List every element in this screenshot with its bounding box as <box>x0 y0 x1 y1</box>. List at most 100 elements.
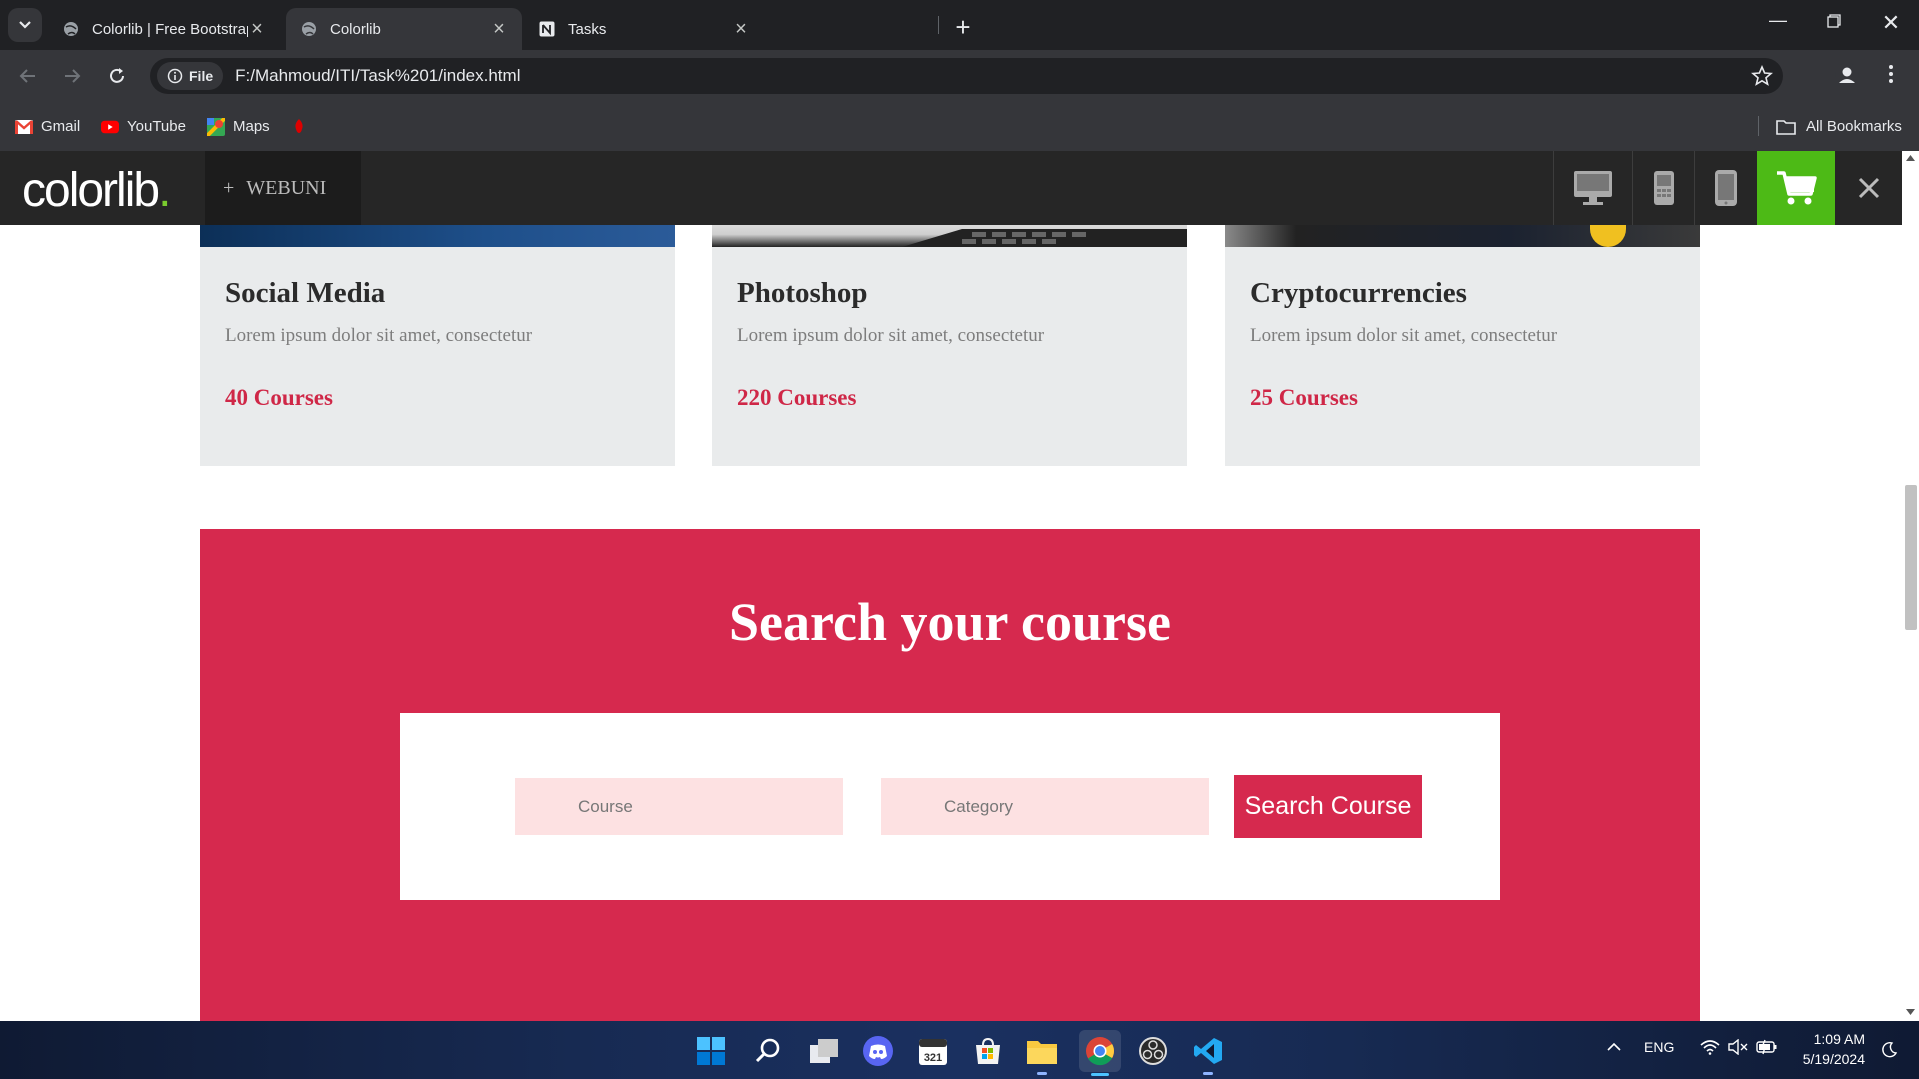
desktop-view-button[interactable] <box>1553 151 1632 225</box>
scroll-thumb[interactable] <box>1905 485 1917 630</box>
card-title: Photoshop <box>737 277 868 309</box>
globe-icon <box>300 20 318 38</box>
red-flame-icon <box>292 118 310 134</box>
tab-divider <box>938 16 939 34</box>
back-button[interactable] <box>14 62 42 90</box>
bookmark-label: Gmail <box>41 118 81 135</box>
tab-colorlib-free-bootstrap[interactable]: Colorlib | Free Bootstrap Websit × <box>48 8 280 50</box>
address-bar[interactable]: File F:/Mahmoud/ITI/Task%201/index.html <box>150 58 1783 94</box>
browser-toolbar: File F:/Mahmoud/ITI/Task%201/index.html <box>0 50 1919 102</box>
search-form: Search Course <box>400 713 1500 900</box>
chevron-up-icon[interactable] <box>1606 1042 1622 1052</box>
bookmark-maps[interactable]: Maps <box>207 117 270 136</box>
bookmark-label: Maps <box>233 118 270 135</box>
chrome-icon[interactable] <box>1079 1030 1121 1076</box>
tablet-icon <box>1653 171 1674 205</box>
bookmarks-divider <box>1758 116 1759 136</box>
card-title: Cryptocurrencies <box>1250 277 1467 309</box>
category-input[interactable] <box>881 778 1209 835</box>
folder-icon <box>1776 119 1796 135</box>
card-course-count[interactable]: 25 Courses <box>1250 385 1358 411</box>
bookmark-extension[interactable] <box>292 118 318 134</box>
bookmark-youtube[interactable]: YouTube <box>101 118 186 135</box>
vscode-icon[interactable] <box>1189 1032 1227 1075</box>
card-text: Lorem ipsum dolor sit amet, consectetur <box>225 325 533 346</box>
search-section-title: Search your course <box>729 592 1171 652</box>
card-title: Social Media <box>225 277 386 309</box>
notification-moon-icon[interactable] <box>1880 1041 1898 1059</box>
language-indicator[interactable]: ENG <box>1644 1039 1674 1055</box>
scheme-label: File <box>189 68 214 84</box>
search-icon[interactable] <box>749 1032 787 1070</box>
all-bookmarks-button[interactable]: All Bookmarks <box>1776 118 1902 135</box>
volume-muted-icon[interactable] <box>1728 1039 1748 1055</box>
theme-name-button[interactable]: + WEBUNI <box>205 151 361 225</box>
shopping-cart-icon <box>1777 171 1817 205</box>
tab-tasks[interactable]: Tasks × <box>524 8 764 50</box>
course-card-cryptocurrencies[interactable]: Cryptocurrencies Lorem ipsum dolor sit a… <box>1225 205 1700 466</box>
minimize-icon[interactable]: — <box>1758 10 1798 31</box>
running-indicator <box>1037 1072 1047 1075</box>
microsoft-store-icon[interactable] <box>969 1032 1007 1070</box>
arrow-left-icon <box>19 69 35 83</box>
close-tab-icon[interactable]: × <box>248 18 266 41</box>
logo-dot: . <box>158 164 171 217</box>
plus-icon: + <box>223 176 235 199</box>
maps-icon <box>207 117 225 136</box>
desktop-icon <box>1574 171 1612 205</box>
forward-button[interactable] <box>58 62 86 90</box>
close-tab-icon[interactable]: × <box>732 18 750 41</box>
battery-charging-icon[interactable] <box>1756 1039 1778 1055</box>
restore-icon[interactable] <box>1814 10 1854 33</box>
info-icon <box>167 68 183 84</box>
bookmark-label: YouTube <box>127 118 186 135</box>
course-card-photoshop[interactable]: Photoshop Lorem ipsum dolor sit amet, co… <box>712 205 1187 466</box>
youtube-icon <box>101 119 119 135</box>
close-tab-icon[interactable]: × <box>490 18 508 41</box>
active-indicator <box>1091 1073 1109 1076</box>
new-tab-button[interactable]: + <box>950 12 976 43</box>
tab-search-button[interactable] <box>8 8 42 42</box>
profile-icon[interactable] <box>1834 62 1860 93</box>
cart-button[interactable] <box>1757 151 1835 225</box>
scroll-down-icon[interactable] <box>1906 1009 1915 1015</box>
bookmark-gmail[interactable]: Gmail <box>15 118 80 135</box>
wifi-icon[interactable] <box>1700 1039 1720 1055</box>
discord-icon[interactable] <box>859 1032 897 1070</box>
reload-button[interactable] <box>103 62 131 90</box>
mobile-icon <box>1715 170 1737 206</box>
more-menu-icon[interactable] <box>1888 64 1894 89</box>
page-scrollbar[interactable] <box>1902 151 1919 1021</box>
window-close-icon[interactable]: ✕ <box>1871 10 1911 36</box>
colorlib-logo[interactable]: colorlib. <box>22 163 171 218</box>
bookmark-star-icon[interactable] <box>1751 64 1773 92</box>
all-bookmarks-label: All Bookmarks <box>1806 118 1902 135</box>
file-explorer-icon[interactable] <box>1023 1032 1061 1075</box>
windows-start-icon[interactable] <box>692 1032 730 1070</box>
tab-colorlib[interactable]: Colorlib × <box>286 8 522 50</box>
task-view-icon[interactable] <box>805 1032 843 1070</box>
scroll-up-icon[interactable] <box>1906 155 1915 161</box>
url-text[interactable]: F:/Mahmoud/ITI/Task%201/index.html <box>235 66 520 86</box>
bookmarks-bar: Gmail YouTube Maps All Bookmarks <box>0 102 1919 151</box>
close-preview-button[interactable] <box>1835 151 1902 225</box>
obs-icon[interactable] <box>1134 1032 1172 1070</box>
card-course-count[interactable]: 40 Courses <box>225 385 333 411</box>
running-indicator <box>1203 1072 1213 1075</box>
clock-time: 1:09 AM <box>1813 1031 1865 1047</box>
site-info-button[interactable]: File <box>157 62 224 90</box>
clock[interactable]: 1:09 AM 5/19/2024 <box>1795 1029 1865 1069</box>
card-course-count[interactable]: 220 Courses <box>737 385 856 411</box>
chevron-down-icon <box>19 21 31 29</box>
system-tray: ENG <box>1606 1039 1778 1055</box>
course-input[interactable] <box>515 778 843 835</box>
course-card-social-media[interactable]: Social Media Lorem ipsum dolor sit amet,… <box>200 205 675 466</box>
page-viewport: colorlib. + WEBUNI Social Media Lorem ip… <box>0 151 1902 1021</box>
mobile-view-button[interactable] <box>1694 151 1757 225</box>
logo-text: colorlib <box>22 164 160 217</box>
search-course-button[interactable]: Search Course <box>1234 775 1422 838</box>
calendar-app-icon[interactable]: 321 <box>914 1032 952 1070</box>
tab-label: Colorlib <box>330 20 381 38</box>
windows-taskbar: 321 ENG 1:09 AM 5/19/2024 <box>0 1021 1919 1079</box>
tablet-view-button[interactable] <box>1632 151 1694 225</box>
